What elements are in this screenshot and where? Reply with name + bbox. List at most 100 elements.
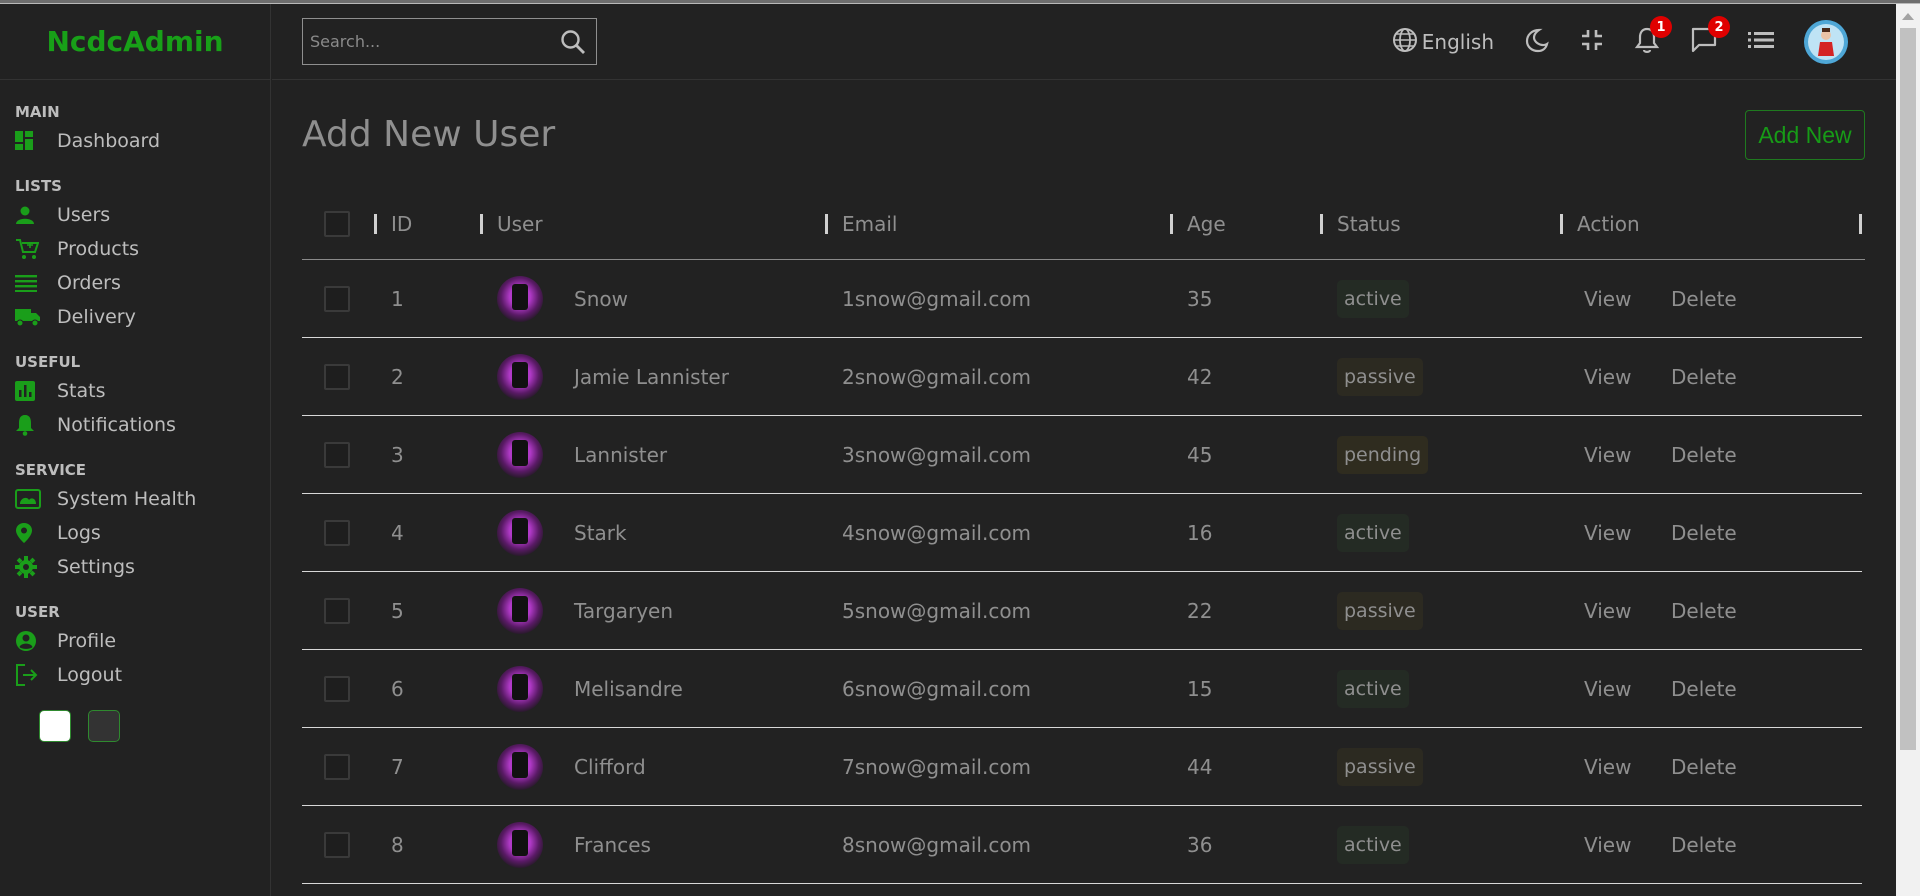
cell-age: 36 — [1187, 833, 1213, 857]
table-row[interactable]: 4 Stark 4snow@gmail.com 16 active View D… — [302, 494, 1862, 572]
light-theme-button[interactable] — [39, 710, 71, 742]
row-checkbox[interactable] — [324, 286, 350, 312]
cell-user-avatar — [497, 494, 543, 572]
view-button[interactable]: View — [1584, 260, 1631, 338]
row-checkbox-cell — [324, 806, 350, 884]
bar-chart-icon — [15, 379, 41, 403]
delete-button[interactable]: Delete — [1671, 806, 1737, 884]
cell-email: 1snow@gmail.com — [842, 287, 1032, 311]
row-checkbox-cell — [324, 494, 350, 572]
column-header-action[interactable]: Action — [1577, 188, 1640, 260]
dark-theme-button[interactable] — [88, 710, 120, 742]
row-checkbox[interactable] — [324, 520, 350, 546]
table-row[interactable]: 3 Lannister 3snow@gmail.com 45 pending V… — [302, 416, 1862, 494]
table-row[interactable]: 1 Snow 1snow@gmail.com 35 active View De… — [302, 260, 1862, 338]
sidebar-item-settings[interactable]: Settings — [15, 550, 270, 584]
scroll-up-arrow-icon[interactable] — [1902, 13, 1914, 20]
view-button[interactable]: View — [1584, 728, 1631, 806]
sidebar-item-label: Notifications — [57, 414, 176, 436]
status-badge: passive — [1337, 748, 1423, 786]
delete-button[interactable]: Delete — [1671, 494, 1737, 572]
column-header-status[interactable]: Status — [1337, 188, 1401, 260]
delete-button[interactable]: Delete — [1671, 572, 1737, 650]
column-separator[interactable] — [825, 214, 828, 234]
app-logo[interactable]: NcdcAdmin — [46, 25, 223, 58]
row-checkbox[interactable] — [324, 676, 350, 702]
column-separator[interactable] — [1560, 214, 1563, 234]
list-icon — [15, 271, 41, 295]
sidebar-item-profile[interactable]: Profile — [15, 624, 270, 658]
sidebar-item-products[interactable]: Products — [15, 232, 270, 266]
sidebar-item-delivery[interactable]: Delivery — [15, 300, 270, 334]
row-checkbox[interactable] — [324, 754, 350, 780]
truck-icon — [15, 305, 41, 329]
notifications-badge: 1 — [1650, 16, 1672, 38]
row-checkbox-cell — [324, 572, 350, 650]
fullscreen-exit-button[interactable] — [1580, 28, 1604, 56]
column-header-age[interactable]: Age — [1187, 188, 1226, 260]
sidebar-item-logs[interactable]: Logs — [15, 516, 270, 550]
user-avatar[interactable] — [1804, 20, 1848, 64]
row-checkbox[interactable] — [324, 598, 350, 624]
search-input[interactable] — [303, 32, 553, 51]
table-row[interactable]: 5 Targaryen 5snow@gmail.com 22 passive V… — [302, 572, 1862, 650]
cell-id: 4 — [391, 521, 404, 545]
dark-mode-toggle[interactable] — [1524, 27, 1550, 57]
table-row[interactable]: 8 Frances 8snow@gmail.com 36 active View… — [302, 806, 1862, 884]
column-separator[interactable] — [480, 214, 483, 234]
row-checkbox[interactable] — [324, 832, 350, 858]
cell-id: 6 — [391, 677, 404, 701]
column-separator[interactable] — [1320, 214, 1323, 234]
sidebar-item-orders[interactable]: Orders — [15, 266, 270, 300]
select-all-cell — [324, 188, 350, 260]
page-scrollbar[interactable] — [1896, 4, 1920, 896]
view-button[interactable]: View — [1584, 650, 1631, 728]
sidebar-item-system-health[interactable]: System Health — [15, 482, 270, 516]
column-separator[interactable] — [1170, 214, 1173, 234]
view-button[interactable]: View — [1584, 572, 1631, 650]
delete-button[interactable]: Delete — [1671, 416, 1737, 494]
search-icon[interactable] — [560, 29, 586, 59]
column-header-id[interactable]: ID — [391, 188, 412, 260]
notifications-button[interactable]: 1 — [1634, 16, 1672, 58]
sidebar-item-notifications[interactable]: Notifications — [15, 408, 270, 442]
view-button[interactable]: View — [1584, 416, 1631, 494]
delete-button[interactable]: Delete — [1671, 338, 1737, 416]
delete-button[interactable]: Delete — [1671, 650, 1737, 728]
add-new-button[interactable]: Add New — [1745, 110, 1865, 160]
table-row[interactable]: 6 Melisandre 6snow@gmail.com 15 active V… — [302, 650, 1862, 728]
table-row[interactable]: 2 Jamie Lannister 2snow@gmail.com 42 pas… — [302, 338, 1862, 416]
scrollbar-thumb[interactable] — [1900, 28, 1916, 750]
cart-icon — [15, 237, 41, 261]
column-separator[interactable] — [1859, 214, 1862, 234]
section-title: MAIN — [15, 103, 60, 121]
delete-button[interactable]: Delete — [1671, 260, 1737, 338]
row-checkbox[interactable] — [324, 442, 350, 468]
sidebar-item-label: Settings — [57, 556, 135, 578]
column-header-email[interactable]: Email — [842, 188, 898, 260]
cell-id: 1 — [391, 287, 404, 311]
messages-badge: 2 — [1708, 16, 1730, 38]
column-separator[interactable] — [374, 214, 377, 234]
column-header-user[interactable]: User — [497, 188, 543, 260]
language-selector[interactable]: English — [1392, 27, 1494, 57]
cell-user-name: Frances — [574, 833, 651, 857]
view-button[interactable]: View — [1584, 494, 1631, 572]
dashboard-icon — [15, 129, 41, 153]
list-view-button[interactable] — [1748, 30, 1774, 54]
sidebar-item-label: Delivery — [57, 306, 136, 328]
view-button[interactable]: View — [1584, 806, 1631, 884]
select-all-checkbox[interactable] — [324, 211, 350, 237]
cell-email: 4snow@gmail.com — [842, 521, 1032, 545]
delete-button[interactable]: Delete — [1671, 728, 1737, 806]
messages-button[interactable]: 2 — [1690, 16, 1730, 58]
user-avatar-image — [497, 276, 543, 322]
sidebar-item-dashboard[interactable]: Dashboard — [15, 124, 270, 158]
table-row[interactable]: 7 Clifford 7snow@gmail.com 44 passive Vi… — [302, 728, 1862, 806]
logo-area: NcdcAdmin — [0, 4, 270, 80]
sidebar-item-stats[interactable]: Stats — [15, 374, 270, 408]
row-checkbox[interactable] — [324, 364, 350, 390]
view-button[interactable]: View — [1584, 338, 1631, 416]
sidebar-item-logout[interactable]: Logout — [15, 658, 270, 692]
sidebar-item-users[interactable]: Users — [15, 198, 270, 232]
